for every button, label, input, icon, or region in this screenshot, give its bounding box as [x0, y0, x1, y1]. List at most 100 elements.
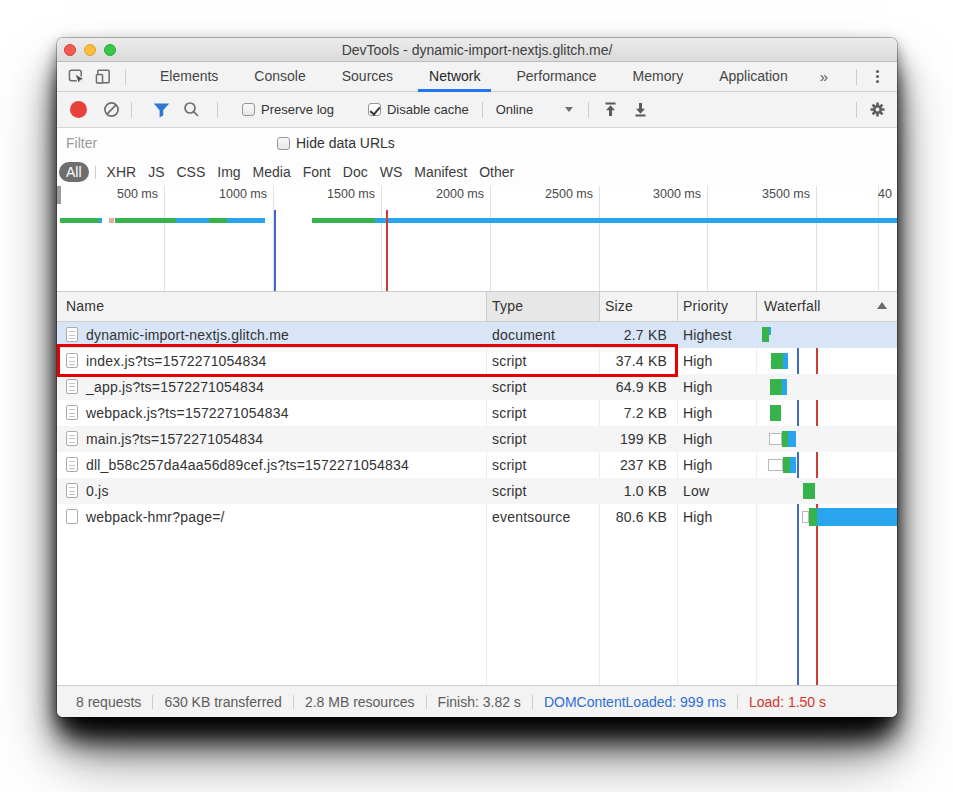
gear-icon[interactable]: [869, 101, 886, 118]
cell-size: 1.0 KB: [599, 478, 677, 504]
inspect-element-icon[interactable]: [68, 68, 85, 85]
throttling-select[interactable]: Online: [496, 102, 534, 117]
import-har-icon[interactable]: [602, 101, 619, 118]
type-filter-font[interactable]: Font: [297, 164, 337, 180]
overview-activity-bar: [115, 218, 176, 223]
more-tabs-button[interactable]: »: [806, 62, 842, 92]
cell-name: webpack-hmr?page=/: [57, 504, 486, 530]
devtools-tabbar: ElementsConsoleSourcesNetworkPerformance…: [57, 62, 897, 92]
cell-priority: High: [677, 452, 756, 478]
chevron-down-icon[interactable]: [565, 107, 573, 112]
timeline-tick-label: 3500 ms: [746, 186, 810, 204]
close-button[interactable]: [64, 44, 76, 56]
type-filter-manifest[interactable]: Manifest: [408, 164, 473, 180]
record-button[interactable]: [70, 101, 87, 118]
cell-waterfall: [756, 374, 897, 400]
type-filter-ws[interactable]: WS: [374, 164, 409, 180]
preserve-log-checkbox[interactable]: [242, 103, 255, 116]
cell-waterfall: [756, 504, 897, 530]
dcl-marker-line: [274, 210, 276, 291]
timeline-gridline: [707, 186, 708, 291]
file-icon: [66, 431, 78, 446]
column-header-waterfall[interactable]: Waterfall: [756, 292, 897, 321]
tab-application[interactable]: Application: [701, 62, 806, 92]
column-header-name[interactable]: Name: [57, 292, 486, 321]
waterfall-bar: [783, 457, 790, 473]
column-header-type[interactable]: Type: [486, 292, 599, 321]
cell-waterfall: [756, 400, 897, 426]
cell-waterfall: [756, 478, 897, 504]
filter-icon[interactable]: [153, 101, 170, 118]
type-filter-img[interactable]: Img: [211, 164, 246, 180]
type-filter-js[interactable]: JS: [142, 164, 170, 180]
disable-cache-checkbox[interactable]: [368, 103, 381, 116]
type-filter-doc[interactable]: Doc: [337, 164, 374, 180]
waterfall-bar: [817, 508, 897, 526]
overview-activity-bar: [227, 218, 265, 223]
waterfall-bar: [770, 379, 782, 395]
zoom-button[interactable]: [104, 44, 116, 56]
network-overview[interactable]: 500 ms1000 ms1500 ms2000 ms2500 ms3000 m…: [57, 186, 897, 292]
overview-activity-bar: [312, 218, 375, 223]
column-header-size[interactable]: Size: [599, 292, 677, 321]
cell-type: script: [486, 400, 599, 426]
overview-handle[interactable]: [57, 186, 61, 204]
cell-waterfall: [756, 348, 897, 374]
tab-elements[interactable]: Elements: [142, 62, 236, 92]
type-filter-all[interactable]: All: [59, 162, 89, 182]
cell-name: dll_b58c257da4aa56d89cef.js?ts=157227105…: [57, 452, 486, 478]
table-row[interactable]: dll_b58c257da4aa56d89cef.js?ts=157227105…: [57, 452, 897, 478]
table-row[interactable]: webpack.js?ts=1572271054834script7.2 KBH…: [57, 400, 897, 426]
highlight-annotation: [57, 344, 678, 377]
separator: [125, 69, 126, 85]
tab-network[interactable]: Network: [411, 62, 498, 92]
table-row[interactable]: main.js?ts=1572271054834script199 KBHigh: [57, 426, 897, 452]
file-icon: [66, 483, 78, 498]
type-filter-xhr[interactable]: XHR: [101, 164, 143, 180]
table-row[interactable]: webpack-hmr?page=/eventsource80.6 KBHigh: [57, 504, 897, 530]
table-row[interactable]: _app.js?ts=1572271054834script64.9 KBHig…: [57, 374, 897, 400]
tab-performance[interactable]: Performance: [498, 62, 614, 92]
search-icon[interactable]: [183, 101, 200, 118]
network-toolbar: Preserve log Disable cache Online: [57, 92, 897, 128]
clear-icon[interactable]: [103, 101, 120, 118]
file-icon: [66, 379, 78, 394]
export-har-icon[interactable]: [632, 101, 649, 118]
device-toolbar-icon[interactable]: [95, 68, 112, 85]
tab-sources[interactable]: Sources: [324, 62, 411, 92]
timeline-tick-label: 1000 ms: [203, 186, 267, 204]
type-filter-other[interactable]: Other: [473, 164, 520, 180]
column-header-priority[interactable]: Priority: [677, 292, 756, 321]
overview-activity-bar: [99, 218, 102, 223]
type-filter-css[interactable]: CSS: [170, 164, 211, 180]
timeline-tick-label: 2000 ms: [420, 186, 484, 204]
cell-size: 80.6 KB: [599, 504, 677, 530]
minimize-button[interactable]: [84, 44, 96, 56]
waterfall-bar: [762, 327, 769, 342]
cell-name: _app.js?ts=1572271054834: [57, 374, 486, 400]
filter-input[interactable]: Filter: [66, 135, 276, 151]
tab-memory[interactable]: Memory: [615, 62, 702, 92]
type-filter-media[interactable]: Media: [247, 164, 297, 180]
cell-size: 199 KB: [599, 426, 677, 452]
timeline-gridline: [490, 186, 491, 291]
timeline-tick-label: 2500 ms: [529, 186, 593, 204]
separator: [217, 102, 218, 118]
overview-activity-bar: [375, 218, 897, 223]
cell-type: script: [486, 452, 599, 478]
devtools-menu-icon[interactable]: [857, 62, 897, 92]
resource-type-filters: All XHRJSCSSImgMediaFontDocWSManifestOthe…: [57, 158, 897, 186]
timeline-gridline: [164, 186, 165, 291]
table-row[interactable]: 0.jsscript1.0 KBLow: [57, 478, 897, 504]
titlebar: DevTools - dynamic-import-nextjs.glitch.…: [57, 38, 897, 62]
waterfall-bar: [770, 405, 781, 421]
waterfall-bar: [803, 483, 815, 499]
overview-activity-bar: [176, 218, 209, 223]
tab-console[interactable]: Console: [236, 62, 323, 92]
waterfall-bar: [783, 353, 788, 369]
hide-data-urls-label: Hide data URLs: [296, 135, 395, 151]
timeline-gridline: [816, 186, 817, 291]
status-item: 2.8 MB resources: [294, 694, 426, 710]
hide-data-urls-checkbox[interactable]: [277, 137, 290, 150]
sort-ascending-icon[interactable]: [877, 302, 887, 309]
